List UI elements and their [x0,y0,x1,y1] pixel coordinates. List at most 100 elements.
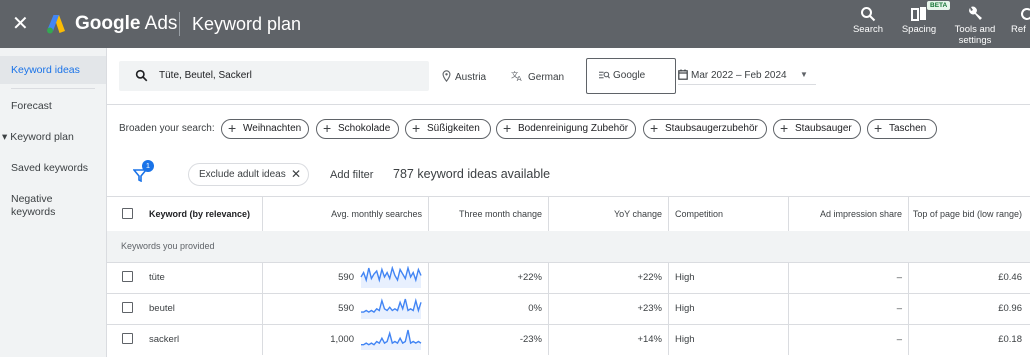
row-checkbox[interactable] [122,302,133,313]
refresh-button[interactable]: Ref [1011,6,1030,46]
date-range-selector[interactable]: Mar 2022 – Feb 2024 ▼ [678,69,816,85]
search-network-label: Google [613,70,646,81]
broaden-chip-suessigkeiten[interactable]: + Süßigkeiten [405,119,491,139]
column-divider [908,293,909,324]
sidebar-item-saved-keywords[interactable]: Saved keywords [0,162,106,175]
remove-filter-icon[interactable]: ✕ [291,164,301,185]
top-of-page-bid-cell: £0.46 [998,272,1022,283]
broaden-chip-schokolade[interactable]: + Schokolade [316,119,399,139]
column-header-yoy-change[interactable]: YoY change [552,197,662,231]
chip-label: Schokolade [338,123,391,134]
add-icon: + [228,120,237,136]
search-network-selector[interactable]: Google [586,58,676,94]
column-divider [788,262,789,293]
brand-name: Google Ads [75,13,178,34]
yoy-change-cell: +14% [637,334,662,345]
column-header-top-of-page-bid-low[interactable]: Top of page bid (low range) [912,197,1022,231]
top-app-bar: ✕ Google Ads Keyword plan Search Spacing… [0,0,1030,48]
divider [107,104,1030,105]
search-label: Search [852,24,884,35]
add-icon: + [780,120,789,136]
keyword-search-value: Tüte, Beutel, Sackerl [159,70,252,81]
spacing-icon [911,7,926,21]
filter-count-badge: 1 [142,160,154,172]
row-divider [107,293,1030,294]
select-all-checkbox[interactable] [122,208,133,219]
add-icon: + [323,120,332,136]
broaden-chip-staubsauger[interactable]: + Staubsauger [773,119,861,139]
column-divider [788,293,789,324]
row-checkbox[interactable] [122,333,133,344]
yoy-change-cell: +22% [637,272,662,283]
competition-cell: High [675,303,695,314]
column-divider [428,197,429,231]
location-pin-icon [442,70,451,83]
chip-label: Taschen [889,123,927,134]
column-divider [428,293,429,324]
chip-label: Bodenreinigung Zubehör [518,123,629,134]
spacing-label: Spacing [901,24,937,35]
keyword-ideas-count: 787 keyword ideas available [393,167,551,181]
column-divider [908,197,909,231]
broaden-chip-bodenreinigung-zubehoer[interactable]: + Bodenreinigung Zubehör [496,119,636,139]
column-divider [428,324,429,355]
broaden-chip-staubsaugerzubehoer[interactable]: + Staubsaugerzubehör [643,119,767,139]
search-icon [135,69,148,82]
sidebar-item-forecast[interactable]: Forecast [0,100,106,113]
competition-cell: High [675,272,695,283]
search-button[interactable]: Search [851,6,885,46]
date-range-label: Mar 2022 – Feb 2024 [691,70,787,81]
column-header-competition[interactable]: Competition [675,197,785,231]
column-divider [908,262,909,293]
close-icon[interactable]: ✕ [12,12,30,36]
row-checkbox[interactable] [122,271,133,282]
filter-button[interactable]: 1 [133,160,154,184]
keyword-cell[interactable]: beutel [149,303,175,314]
column-header-ad-impression-share[interactable]: Ad impression share [792,197,902,231]
broaden-chip-weihnachten[interactable]: + Weihnachten [221,119,309,139]
language-selector[interactable]: 文 A German [511,70,564,83]
row-divider [107,324,1030,325]
sidebar: Keyword ideas Forecast ▾ Keyword plan Sa… [0,48,107,357]
chip-label: Staubsaugerzubehör [665,123,758,134]
column-divider [788,197,789,231]
translate-icon: 文A [511,70,522,83]
keyword-cell[interactable]: sackerl [149,334,179,345]
keyword-search-input[interactable]: Tüte, Beutel, Sackerl [119,61,429,91]
chevron-down-icon: ▼ [800,70,808,79]
title-divider [179,12,180,36]
location-selector[interactable]: Austria [442,70,486,83]
column-divider [548,262,549,293]
exclude-adult-ideas-label: Exclude adult ideas [199,169,286,180]
column-divider [668,197,669,231]
add-filter-button[interactable]: Add filter [330,169,373,181]
three-month-change-cell: -23% [519,334,542,345]
add-icon: + [503,120,512,136]
sidebar-item-negative-keywords[interactable]: Negative keywords [0,193,90,219]
column-divider [668,262,669,293]
keyword-cell[interactable]: tüte [149,272,165,283]
add-icon: + [412,120,421,136]
location-label: Austria [455,72,487,83]
top-of-page-bid-cell: £0.96 [998,303,1022,314]
top-of-page-bid-cell: £0.18 [998,334,1022,345]
column-header-avg-monthly-searches[interactable]: Avg. monthly searches [265,197,422,231]
search-network-icon [599,71,610,79]
sidebar-divider [11,88,95,89]
sidebar-item-keyword-ideas[interactable]: Keyword ideas [0,56,106,84]
search-trend-sparkline [360,266,422,288]
competition-cell: High [675,334,695,345]
avg-monthly-searches-cell: 590 [338,272,354,283]
sidebar-item-keyword-plan[interactable]: ▾ Keyword plan [0,131,106,144]
column-divider [668,324,669,355]
ad-impression-share-cell: – [896,303,902,314]
column-header-three-month-change[interactable]: Three month change [432,197,542,231]
column-divider [788,324,789,355]
spacing-button[interactable]: Spacing [899,6,939,46]
add-icon: + [650,120,659,136]
column-divider [548,293,549,324]
column-header-keyword[interactable]: Keyword (by relevance) [149,197,259,231]
chip-label: Süßigkeiten [427,123,480,134]
tools-and-settings-button[interactable]: Tools and settings [953,6,997,46]
broaden-chip-taschen[interactable]: + Taschen [867,119,937,139]
